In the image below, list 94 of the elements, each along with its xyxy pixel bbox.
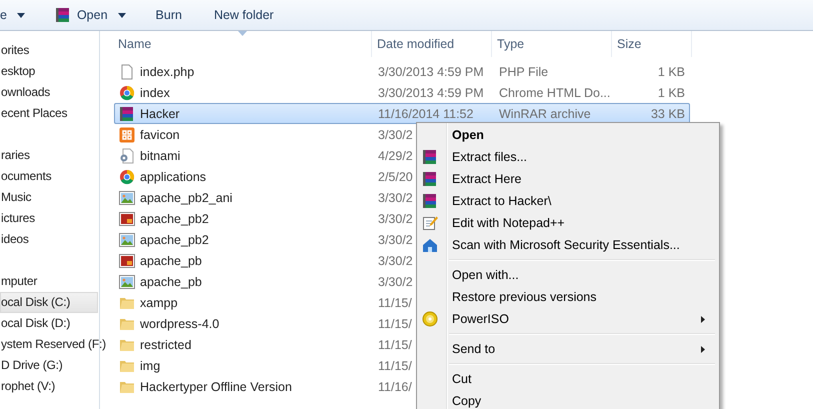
- date-modified: 11/15/: [378, 316, 412, 330]
- column-header[interactable]: Type: [492, 31, 612, 57]
- file-type: Chrome HTML Do...: [499, 86, 610, 100]
- file-type: PHP File: [499, 64, 548, 78]
- date-modified: 11/15/: [378, 358, 412, 372]
- books-icon: [422, 149, 438, 165]
- file-name: img: [140, 358, 160, 372]
- nav-item[interactable]: ystem Reserved (F:): [0, 334, 107, 355]
- date-modified: 3/30/2: [378, 128, 413, 142]
- date-modified: 4/29/2: [378, 148, 413, 162]
- notepad-icon: [422, 215, 438, 231]
- nav-item[interactable]: esktop: [0, 61, 98, 82]
- menu-item[interactable]: Open with...: [419, 264, 717, 286]
- image-file-icon: [119, 190, 135, 206]
- browser-icon: [119, 168, 135, 184]
- column-header[interactable]: Size: [612, 31, 692, 57]
- file-name: favicon: [140, 128, 180, 142]
- house-icon: [422, 237, 438, 253]
- nav-item[interactable]: orites: [0, 40, 98, 61]
- file-size: 33 KB: [650, 106, 685, 120]
- file-name: Hacker: [140, 106, 180, 120]
- date-modified: 3/30/2: [378, 274, 413, 288]
- file-size: 1 KB: [658, 64, 685, 78]
- file-name: index.php: [140, 64, 194, 78]
- image-file-icon: [119, 252, 135, 268]
- file-name: index: [140, 86, 170, 100]
- nav-item[interactable]: ictures: [0, 208, 98, 229]
- menu-item[interactable]: PowerISO: [419, 308, 717, 330]
- disc-icon: [422, 311, 438, 327]
- toolbar-button[interactable]: e: [0, 4, 25, 26]
- menu-item[interactable]: Edit with Notepad++: [419, 212, 717, 234]
- file-row[interactable]: Hacker 11/16/2014 11:52 WinRAR archive 33 KB: [114, 103, 690, 124]
- menu-item[interactable]: Cut: [419, 368, 717, 390]
- menu-item[interactable]: Extract to Hacker\: [419, 190, 717, 212]
- date-modified: 11/15/: [378, 296, 412, 310]
- file-name: restricted: [140, 338, 192, 352]
- column-header[interactable]: Date modified: [372, 31, 492, 57]
- date-modified: 11/16/: [378, 380, 412, 394]
- settings-file-icon: [119, 148, 135, 164]
- menu-item[interactable]: Extract files...: [419, 146, 717, 168]
- image-file-icon: [119, 274, 135, 290]
- nav-item[interactable]: ocal Disk (C:): [0, 292, 98, 313]
- nav-item[interactable]: Music: [0, 187, 98, 208]
- date-modified: 3/30/2013 4:59 PM: [378, 86, 484, 100]
- books-icon: [422, 193, 438, 209]
- nav-item[interactable]: ownloads: [0, 82, 98, 103]
- file-name: apache_pb2: [140, 212, 209, 226]
- date-modified: 3/30/2: [378, 190, 413, 204]
- file-name: bitnami: [140, 148, 180, 162]
- file-name: applications: [140, 170, 206, 184]
- date-modified: 3/30/2013 4:59 PM: [378, 64, 484, 78]
- browser-icon: [119, 84, 135, 100]
- file-type: WinRAR archive: [499, 106, 591, 120]
- nav-item[interactable]: ocal Disk (D:): [0, 313, 98, 334]
- nav-item[interactable]: D Drive (G:): [0, 355, 98, 376]
- image-file-icon: [119, 210, 135, 226]
- image-file-icon: [119, 232, 135, 248]
- nav-item[interactable]: ecent Places: [0, 103, 98, 124]
- nav-item[interactable]: mputer: [0, 271, 98, 292]
- books-icon: [54, 7, 71, 23]
- books-icon: [422, 171, 438, 187]
- menu-item[interactable]: Restore previous versions: [419, 286, 717, 308]
- menu-item[interactable]: Send to: [419, 338, 717, 360]
- file-size: 1 KB: [658, 86, 685, 100]
- menu-item[interactable]: Scan with Microsoft Security Essentials...: [419, 234, 717, 256]
- nav-item[interactable]: raries: [0, 145, 98, 166]
- toolbar-button[interactable]: New folder: [214, 4, 274, 26]
- menu-item[interactable]: Extract Here: [419, 168, 717, 190]
- file-row[interactable]: index 3/30/2013 4:59 PM Chrome HTML Do... 1 KB: [114, 82, 690, 103]
- menu-item[interactable]: Copy: [419, 390, 717, 409]
- books-icon: [119, 106, 135, 122]
- file-name: wordpress-4.0: [140, 316, 220, 330]
- date-modified: 11/16/2014 11:52: [378, 106, 474, 120]
- date-modified: 2/5/20: [378, 170, 413, 184]
- file-row[interactable]: index.php 3/30/2013 4:59 PM PHP File 1 KB: [114, 61, 690, 82]
- date-modified: 3/30/2: [378, 232, 413, 246]
- file-name: xampp: [140, 296, 178, 310]
- nav-item[interactable]: rophet (V:): [0, 376, 98, 397]
- file-name: Hackertyper Offline Version: [140, 380, 292, 394]
- menu-item[interactable]: Open: [419, 124, 717, 146]
- sort-arrow-icon: [238, 31, 247, 36]
- toolbar-button[interactable]: Burn: [156, 4, 182, 26]
- date-modified: 3/30/2: [378, 254, 413, 268]
- toolbar-button[interactable]: Open: [54, 4, 126, 26]
- nav-item[interactable]: ideos: [0, 229, 98, 250]
- date-modified: 11/15/: [378, 338, 412, 352]
- date-modified: 3/30/2: [378, 212, 413, 226]
- file-name: apache_pb2_ani: [140, 190, 232, 204]
- nav-item[interactable]: ocuments: [0, 166, 98, 187]
- file-name: apache_pb2: [140, 232, 209, 246]
- file-name: apache_pb: [140, 274, 202, 288]
- file-name: apache_pb: [140, 254, 202, 268]
- app-icon: [119, 126, 135, 142]
- document-icon: [119, 64, 135, 80]
